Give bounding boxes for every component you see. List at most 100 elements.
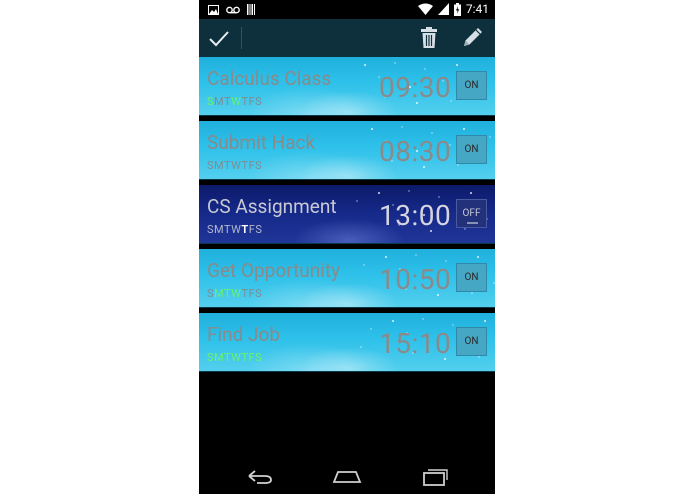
star-dot: [408, 190, 410, 192]
star-dot: [401, 126, 403, 128]
star-dot: [360, 346, 362, 348]
star-dot: [384, 255, 388, 259]
alarm-item[interactable]: Get Opportunity SMTWTFS 10:50 ON: [199, 249, 495, 308]
star-dot: [483, 319, 487, 323]
star-dot: [424, 68, 426, 70]
alarm-days: SMTWTFS: [207, 95, 262, 108]
star-dot: [452, 324, 454, 326]
image-icon: [208, 4, 219, 15]
day-letter: W: [231, 159, 242, 172]
day-letter: S: [207, 159, 215, 172]
alarm-days: SMTWTFS: [207, 351, 262, 364]
alarm-days: SMTWTFS: [207, 223, 262, 236]
alarm-item[interactable]: Submit Hack SMTWTFS 08:30 ON: [199, 121, 495, 180]
star-dot: [469, 191, 473, 195]
star-dot: [422, 318, 424, 320]
alarm-item[interactable]: Calculus Class SMTWTFS 09:30 ON: [199, 57, 495, 116]
toggle-label: OFF: [462, 208, 481, 219]
day-letter: W: [231, 95, 242, 108]
day-letter: M: [214, 159, 224, 172]
alarm-name: Calculus Class: [207, 67, 332, 90]
star-dot: [370, 127, 374, 131]
star-dot: [370, 328, 372, 330]
alarm-toggle[interactable]: ON: [456, 71, 487, 100]
day-letter: T: [241, 159, 249, 172]
status-bar: 7:41: [199, 0, 495, 19]
battery-icon: [453, 2, 461, 16]
day-letter: T: [241, 287, 249, 300]
alarm-name: Submit Hack: [207, 131, 316, 154]
day-letter: M: [214, 287, 224, 300]
recents-icon[interactable]: [419, 466, 449, 486]
toggle-indicator: [467, 222, 478, 224]
day-letter: T: [241, 223, 249, 236]
toggle-label: ON: [464, 336, 479, 347]
star-dot: [493, 282, 495, 284]
alarm-item[interactable]: CS Assignment SMTWTFS 13:00 OFF: [199, 185, 495, 244]
pencil-icon[interactable]: [461, 25, 485, 49]
day-letter: S: [207, 287, 215, 300]
day-letter: W: [231, 351, 242, 364]
alarm-days: SMTWTFS: [207, 159, 262, 172]
wifi-icon: [417, 3, 433, 15]
star-dot: [489, 136, 491, 138]
toggle-label: ON: [464, 80, 479, 91]
day-letter: M: [214, 223, 224, 236]
star-dot: [476, 255, 480, 259]
star-dot: [457, 164, 459, 166]
star-dot: [462, 127, 466, 131]
toggle-label: ON: [464, 144, 479, 155]
day-letter: S: [207, 223, 215, 236]
voicemail-icon: [226, 6, 240, 13]
star-dot: [363, 264, 365, 266]
signal-icon: [437, 3, 449, 15]
star-dot: [445, 260, 447, 262]
star-dot: [478, 356, 480, 358]
alarm-time: 15:10: [379, 327, 452, 360]
alarm-item[interactable]: Find Job SMTWTFS 15:10 ON: [199, 313, 495, 372]
star-dot: [471, 292, 473, 294]
day-letter: S: [255, 351, 263, 364]
alarm-toggle[interactable]: OFF: [456, 199, 487, 228]
alarm-time: 09:30: [379, 71, 452, 104]
day-letter: S: [255, 287, 263, 300]
star-dot: [377, 191, 381, 195]
alarm-name: CS Assignment: [207, 195, 337, 218]
home-icon[interactable]: [332, 466, 362, 486]
star-dot: [394, 62, 396, 64]
day-letter: W: [231, 223, 242, 236]
day-letter: S: [255, 159, 263, 172]
alarm-name: Get Opportunity: [207, 259, 341, 282]
alarm-days: SMTWTFS: [207, 287, 262, 300]
alarm-toggle[interactable]: ON: [456, 327, 487, 356]
alarm-time: 10:50: [379, 263, 452, 296]
day-letter: T: [241, 95, 249, 108]
star-dot: [356, 200, 358, 202]
star-dot: [415, 254, 417, 256]
day-letter: S: [255, 95, 263, 108]
trash-icon[interactable]: [420, 27, 438, 49]
phone-screen: 7:41 Calculus Class SMTWTFS 09:30 ON Sub…: [199, 0, 495, 494]
alarm-name: Find Job: [207, 323, 281, 346]
day-letter: S: [255, 223, 263, 236]
action-bar-divider: [241, 27, 242, 49]
day-letter: S: [207, 95, 215, 108]
alarm-list: Calculus Class SMTWTFS 09:30 ON Submit H…: [199, 57, 495, 377]
day-letter: W: [231, 287, 242, 300]
day-letter: T: [241, 351, 249, 364]
alarm-time: 08:30: [379, 135, 452, 168]
barcode-icon: [247, 4, 255, 15]
status-time: 7:41: [465, 2, 489, 16]
alarm-toggle[interactable]: ON: [456, 135, 487, 164]
alarm-toggle[interactable]: ON: [456, 263, 487, 292]
check-icon[interactable]: [207, 26, 231, 50]
day-letter: M: [214, 351, 224, 364]
star-dot: [455, 63, 459, 67]
back-icon[interactable]: [245, 466, 275, 486]
navigation-bar: [199, 458, 495, 494]
day-letter: M: [214, 95, 224, 108]
star-dot: [391, 319, 395, 323]
alarm-time: 13:00: [379, 199, 452, 232]
star-dot: [464, 228, 466, 230]
star-dot: [431, 132, 433, 134]
